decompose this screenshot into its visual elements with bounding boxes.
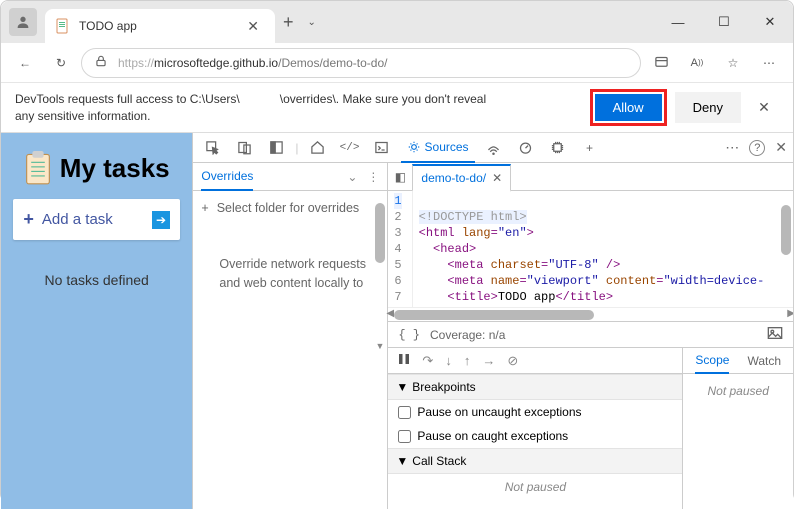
step-out-icon[interactable]: ↑ [464,353,471,368]
overrides-tab[interactable]: Overrides [201,169,253,191]
step-over-icon[interactable]: ↷ [422,353,433,369]
add-panel-icon[interactable]: + [577,136,603,160]
callstack-not-paused: Not paused [388,474,682,500]
performance-tab-icon[interactable] [513,136,539,160]
welcome-tab-icon[interactable] [305,136,331,160]
network-tab-icon[interactable] [481,136,507,160]
app-mode-icon[interactable] [645,47,677,79]
dock-icon[interactable] [263,136,289,160]
favorite-icon[interactable]: ☆ [717,47,749,79]
todo-app-panel: My tasks + Add a task ➔ No tasks defined [1,133,192,509]
inspect-icon[interactable] [199,136,225,160]
sources-navigator: Overrides ⌄ ⋮ + Select folder for overrid… [193,163,388,509]
app-title: My tasks [60,153,170,184]
url-text: https://microsoftedge.github.io/Demos/de… [118,56,388,70]
allow-highlight: Allow [590,89,667,126]
permission-message: DevTools requests full access to C:\User… [15,91,486,123]
clipboard-icon [24,151,52,185]
add-task-placeholder: Add a task [42,211,152,228]
minimize-button[interactable]: ― [655,1,701,43]
tab-title: TODO app [79,19,241,33]
code-lines: <!DOCTYPE html> <html lang="en"> <head> … [413,191,771,303]
sources-tab[interactable]: Sources [401,133,475,163]
nav-more-icon[interactable]: ⋮ [367,170,379,184]
permission-bar: DevTools requests full access to C:\User… [1,83,793,133]
line-gutter: 1 2 3 4 5 6 7 [388,191,412,307]
overrides-description: Override network requests and web conten… [193,225,387,303]
scope-not-paused: Not paused [683,374,793,408]
maximize-button[interactable]: ☐ [701,1,747,43]
step-into-icon[interactable]: ↓ [445,353,452,368]
browser-tab[interactable]: TODO app ✕ [45,9,275,43]
select-folder-button[interactable]: + Select folder for overrides [193,191,387,225]
plus-icon: + [23,209,34,230]
step-icon[interactable]: → [482,353,495,368]
breakpoints-section[interactable]: ▼ Breakpoints [388,374,682,400]
back-button[interactable]: ← [9,47,41,79]
callstack-section[interactable]: ▼ Call Stack [388,448,682,474]
window-controls: ― ☐ ✕ [655,1,793,43]
source-editor: ◧ demo-to-do/ ✕ 1 2 3 4 5 6 7 [388,163,793,509]
debugger-right: Scope Watch Not paused [683,348,793,509]
more-menu-icon[interactable]: ⋯ [753,47,785,79]
nav-scrollbar[interactable]: ▼ [373,191,387,351]
allow-button[interactable]: Allow [595,94,662,121]
address-bar: ← ↻ https://microsoftedge.github.io/Demo… [1,43,793,83]
add-task-input[interactable]: + Add a task ➔ [13,199,180,240]
devtools-close-icon[interactable]: ✕ [775,139,787,156]
lock-icon [94,54,108,71]
console-tab-icon[interactable] [369,136,395,160]
file-nav-toggle-icon[interactable]: ◧ [388,170,412,184]
page-icon [55,18,71,34]
deny-button[interactable]: Deny [675,92,741,123]
close-file-icon[interactable]: ✕ [492,171,502,185]
memory-tab-icon[interactable] [545,136,571,160]
pause-uncaught-checkbox[interactable]: Pause on uncaught exceptions [388,400,682,424]
devtools-panel: | </> Sources + ⋯ ? ✕ Overrides [192,133,793,509]
empty-state: No tasks defined [45,272,149,288]
chevron-down-icon[interactable]: ⌄ [347,170,357,184]
window-titlebar: TODO app ✕ + ⌄ ― ☐ ✕ [1,1,793,43]
reading-mode-icon[interactable]: A)) [681,47,713,79]
plus-icon: + [201,201,208,215]
url-box[interactable]: https://microsoftedge.github.io/Demos/de… [81,48,641,78]
scope-tab[interactable]: Scope [695,353,729,374]
elements-tab-icon[interactable]: </> [337,136,363,160]
debugger-left: ↷ ↓ ↑ → ⊘ ▼ Breakpoints Pause on uncaugh… [388,348,683,509]
status-bar: { } Coverage: n/a [388,321,793,347]
profile-avatar[interactable] [9,8,37,36]
vertical-scrollbar[interactable] [779,191,793,307]
pretty-print-icon[interactable]: { } [398,328,420,342]
debugger-pane: ↷ ↓ ↑ → ⊘ ▼ Breakpoints Pause on uncaugh… [388,347,793,509]
tab-dropdown-icon[interactable]: ⌄ [302,17,322,28]
devtools-tabstrip: | </> Sources + ⋯ ? ✕ [193,133,793,163]
refresh-button[interactable]: ↻ [45,47,77,79]
close-window-button[interactable]: ✕ [747,1,793,43]
horizontal-scrollbar[interactable]: ◀▶ [388,307,793,321]
watch-tab[interactable]: Watch [747,354,781,368]
submit-task-icon[interactable]: ➔ [152,211,170,229]
debugger-toolbar: ↷ ↓ ↑ → ⊘ [388,348,682,374]
image-preview-icon[interactable] [767,326,783,343]
code-area[interactable]: 1 2 3 4 5 6 7 <!DOCTYPE html> <html lang… [388,191,793,307]
devtools-more-icon[interactable]: ⋯ [725,139,739,156]
new-tab-button[interactable]: + [275,12,302,33]
permission-close-icon[interactable]: ✕ [749,95,779,120]
coverage-label: Coverage: n/a [430,328,505,342]
deactivate-breakpoints-icon[interactable]: ⊘ [507,353,518,369]
tab-close-icon[interactable]: ✕ [241,16,265,37]
devtools-help-icon[interactable]: ? [749,140,765,156]
pause-icon[interactable] [398,353,410,368]
app-header: My tasks [24,141,170,199]
open-file-tab[interactable]: demo-to-do/ ✕ [412,164,511,192]
device-toggle-icon[interactable] [231,136,257,160]
pause-caught-checkbox[interactable]: Pause on caught exceptions [388,424,682,448]
